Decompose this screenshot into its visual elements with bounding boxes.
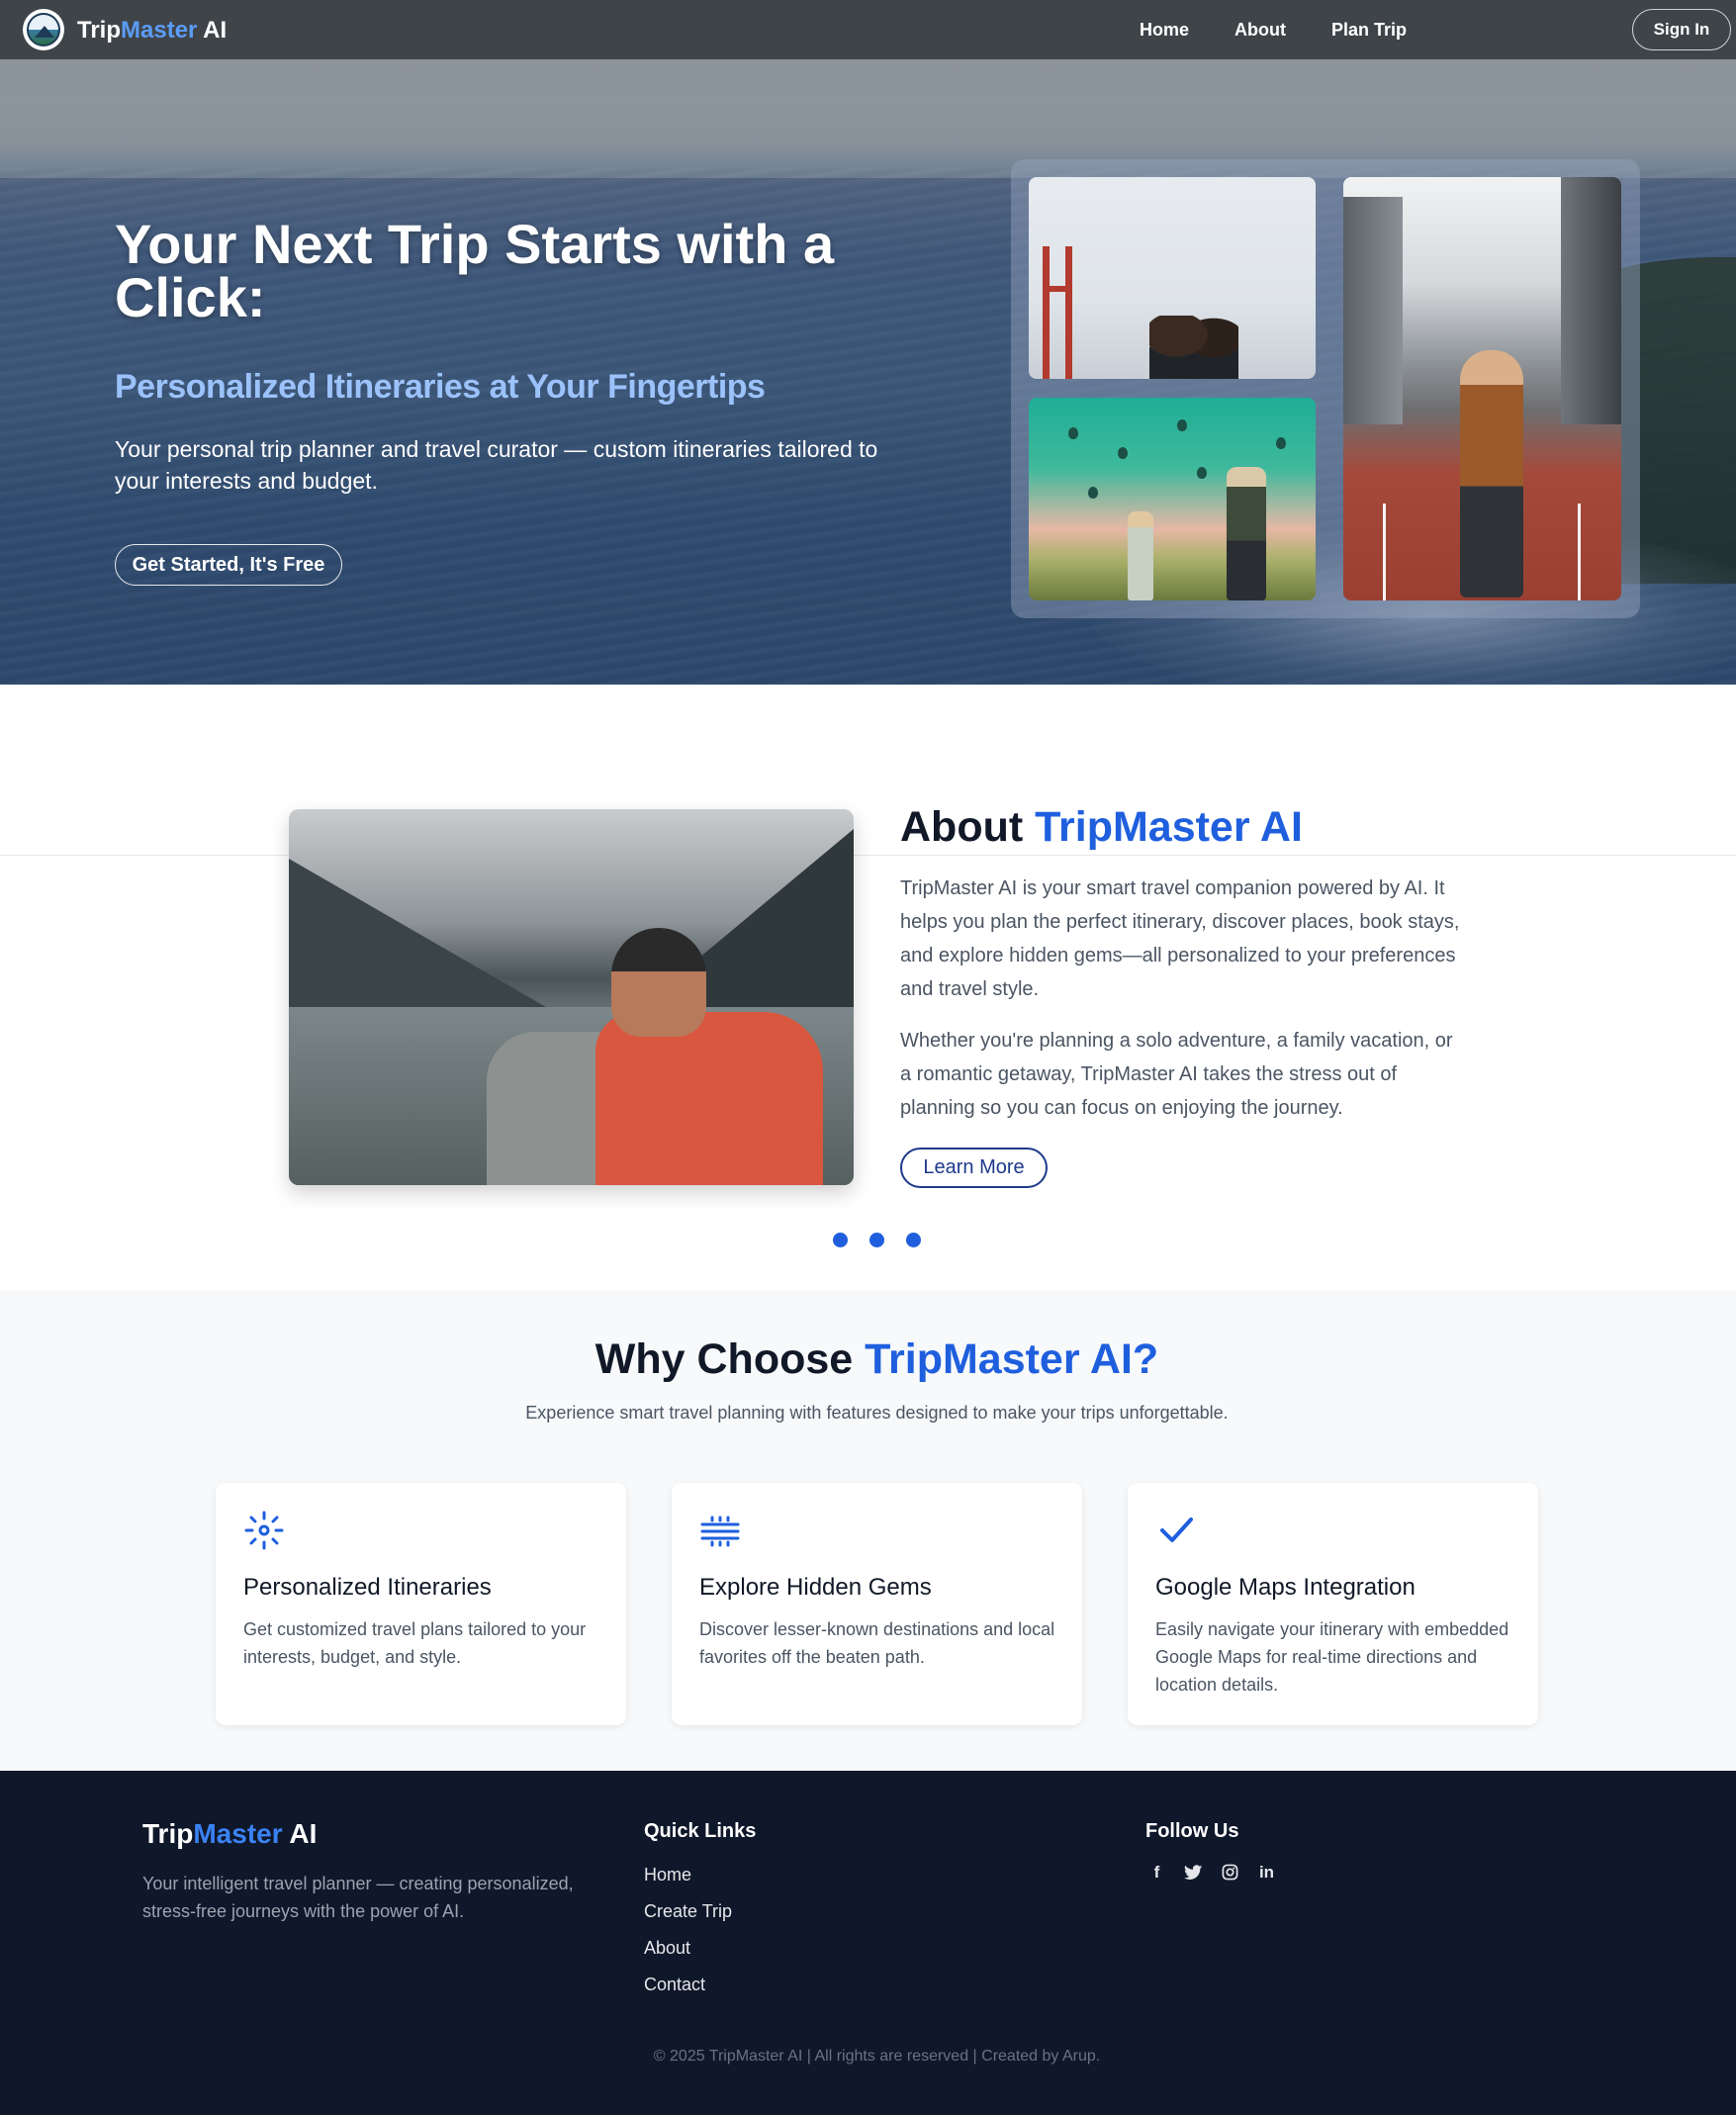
nav-links: Home About Plan Trip — [1140, 20, 1452, 41]
feature-title: Personalized Itineraries — [243, 1574, 492, 1601]
about-photo-hiker — [289, 809, 854, 1185]
hero-subtitle: Personalized Itineraries at Your Fingert… — [115, 368, 766, 406]
hero-text: Your personal trip planner and travel cu… — [115, 436, 878, 494]
logo-icon[interactable] — [23, 9, 64, 50]
sign-in-button[interactable]: Sign In — [1632, 9, 1731, 50]
nav-link-plan-trip[interactable]: Plan Trip — [1331, 20, 1407, 41]
quick-links-list: Home Create Trip About Contact — [644, 1865, 732, 2011]
carousel-dot-3[interactable] — [906, 1233, 921, 1247]
lines-icon — [700, 1516, 740, 1547]
checkmark-icon — [1160, 1517, 1193, 1542]
feature-card-google-maps: Google Maps Integration Easily navigate … — [1128, 1483, 1538, 1725]
footer-description: Your intelligent travel planner — creati… — [142, 1874, 574, 1921]
features-section: Why Choose TripMaster AI? Experience sma… — [0, 1290, 1736, 1771]
hero-section: Your Next Trip Starts with a Click: Pers… — [0, 59, 1736, 685]
feature-text: Discover lesser-known destinations and l… — [699, 1619, 1055, 1667]
copyright-text: © 2025 TripMaster AI | All rights are re… — [653, 2048, 1101, 2065]
top-navbar: TripMaster AI Home About Plan Trip Sign … — [0, 0, 1736, 59]
footer-link-about[interactable]: About — [644, 1938, 732, 1975]
learn-more-button[interactable]: Learn More — [900, 1148, 1048, 1188]
feature-text: Get customized travel plans tailored to … — [243, 1619, 587, 1667]
carousel-dot-2[interactable] — [869, 1233, 884, 1247]
feature-text: Easily navigate your itinerary with embe… — [1155, 1619, 1509, 1695]
social-links: f in — [1145, 1861, 1278, 1884]
nav-link-about[interactable]: About — [1234, 20, 1286, 41]
features-title: Why Choose TripMaster AI? — [594, 1335, 1159, 1383]
feature-card-itineraries: Personalized Itineraries Get customized … — [216, 1483, 626, 1725]
footer-brand[interactable]: TripMaster AI — [142, 1818, 317, 1850]
features-subtitle: Experience smart travel planning with fe… — [525, 1403, 1229, 1423]
photo-golden-gate — [1029, 177, 1316, 379]
carousel-dots — [833, 1233, 921, 1247]
divider — [0, 855, 1736, 856]
feature-card-hidden-gems: Explore Hidden Gems Discover lesser-know… — [672, 1483, 1082, 1725]
photo-city-street — [1343, 177, 1621, 600]
feature-title: Google Maps Integration — [1155, 1574, 1416, 1601]
follow-us-heading: Follow Us — [1145, 1820, 1239, 1842]
quick-links-heading: Quick Links — [644, 1820, 757, 1842]
hero-photo-collage — [1011, 159, 1640, 618]
sparkle-icon — [244, 1511, 284, 1550]
feature-title: Explore Hidden Gems — [699, 1574, 932, 1601]
about-title: About TripMaster AI — [900, 803, 1303, 851]
footer: TripMaster AI Your intelligent travel pl… — [0, 1771, 1736, 2115]
footer-link-contact[interactable]: Contact — [644, 1975, 732, 2011]
facebook-icon[interactable]: f — [1145, 1861, 1168, 1884]
twitter-icon[interactable] — [1182, 1861, 1205, 1884]
footer-link-home[interactable]: Home — [644, 1865, 732, 1901]
about-paragraph-1: TripMaster AI is your smart travel compa… — [900, 877, 1460, 1000]
get-started-button[interactable]: Get Started, It's Free — [115, 544, 342, 586]
hero-title: Your Next Trip Starts with a Click: — [115, 213, 835, 328]
brand-name[interactable]: TripMaster AI — [77, 17, 227, 45]
about-paragraph-2: Whether you're planning a solo adventure… — [900, 1030, 1453, 1119]
nav-link-home[interactable]: Home — [1140, 20, 1189, 41]
carousel-dot-1[interactable] — [833, 1233, 848, 1247]
linkedin-icon[interactable]: in — [1255, 1861, 1278, 1884]
footer-link-create-trip[interactable]: Create Trip — [644, 1901, 732, 1938]
photo-hot-air-balloons — [1029, 398, 1316, 600]
instagram-icon[interactable] — [1219, 1861, 1241, 1884]
